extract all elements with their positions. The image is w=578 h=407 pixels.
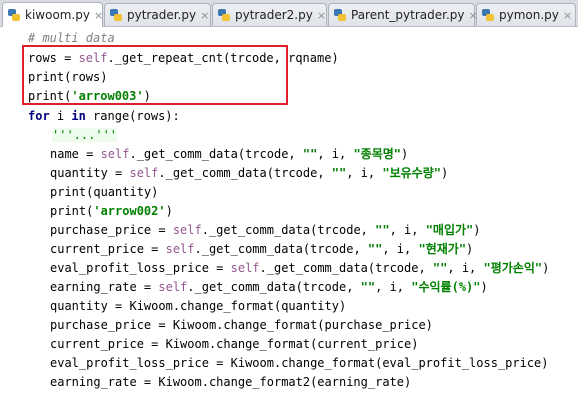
- tab-label: kiwoom.py: [25, 8, 91, 22]
- code-text: , i,: [447, 261, 484, 275]
- tab-pymon[interactable]: pymon.py ×: [476, 3, 576, 26]
- code-text: name =: [50, 147, 101, 161]
- code-line-format-quantity: quantity = Kiwoom.change_format(quantity…: [50, 297, 346, 316]
- code-text: , i,: [389, 223, 426, 237]
- python-file-icon: [481, 8, 495, 22]
- code-text: ._get_comm_data(trcode,: [129, 147, 303, 161]
- code-line-format-current: current_price = Kiwoom.change_format(cur…: [50, 335, 418, 354]
- code-text: ._get_comm_data(trcode,: [158, 166, 332, 180]
- string-literal: 'arrow002': [93, 204, 166, 218]
- python-file-icon: [217, 8, 231, 22]
- code-line-purchase-price: purchase_price = self._get_comm_data(trc…: [50, 221, 481, 240]
- tab-pytrader2[interactable]: pytrader2.py ×: [212, 3, 327, 26]
- code-line-format-earning: earning_rate = Kiwoom.change_format2(ear…: [50, 373, 411, 392]
- code-text: ._get_comm_data(trcode,: [201, 223, 376, 237]
- tab-label: pytrader2.py: [235, 8, 313, 22]
- string-literal: "": [331, 166, 347, 180]
- code-text: current_price =: [50, 242, 166, 256]
- close-icon[interactable]: ×: [200, 9, 209, 22]
- self-keyword: self: [158, 280, 188, 294]
- code-line-format-purchase: purchase_price = Kiwoom.change_format(pu…: [50, 316, 433, 335]
- code-text: quantity = Kiwoom.change_format(quantity…: [50, 299, 347, 313]
- code-text: ): [165, 204, 173, 218]
- string-literal: "": [302, 147, 318, 161]
- code-editor[interactable]: # multi data rows = self._get_repeat_cnt…: [0, 27, 578, 407]
- tab-pytrader[interactable]: pytrader.py ×: [104, 3, 211, 26]
- self-keyword: self: [230, 261, 260, 275]
- self-keyword: self: [165, 242, 195, 256]
- code-text: ._get_comm_data(trcode,: [259, 261, 433, 275]
- self-keyword: self: [172, 223, 202, 237]
- in-keyword: in: [71, 109, 86, 123]
- python-file-icon: [109, 8, 123, 22]
- string-literal: "": [432, 261, 448, 275]
- string-literal: "매입가": [425, 223, 474, 237]
- string-literal: "종목명": [353, 147, 402, 161]
- red-highlight-box: [22, 45, 288, 105]
- string-literal: "보유수량": [382, 166, 441, 180]
- tab-label: pytrader.py: [127, 8, 197, 22]
- code-text: eval_profit_loss_price = Kiwoom.change_f…: [50, 356, 549, 370]
- code-text: quantity =: [50, 166, 130, 180]
- code-text: , i,: [317, 147, 354, 161]
- code-text: ): [542, 261, 550, 275]
- code-text: ): [466, 242, 474, 256]
- code-text: , i,: [346, 166, 383, 180]
- code-line-print-arrow002: print('arrow002'): [50, 202, 173, 221]
- code-text: , i,: [375, 280, 412, 294]
- code-line-docstring: '''...''': [52, 126, 118, 145]
- code-text: print(: [50, 204, 94, 218]
- code-text: range(rows):: [85, 109, 180, 123]
- string-literal: "수익률(%)": [411, 280, 481, 294]
- code-line-print-quantity: print(quantity): [50, 183, 158, 202]
- code-text: , i,: [382, 242, 419, 256]
- self-keyword: self: [100, 147, 130, 161]
- code-line-eval-profit-loss: eval_profit_loss_price = self._get_comm_…: [50, 259, 549, 278]
- code-text: ): [473, 223, 481, 237]
- code-text: ): [480, 280, 488, 294]
- code-text: current_price = Kiwoom.change_format(cur…: [50, 337, 419, 351]
- code-line-name: name = self._get_comm_data(trcode, "", i…: [50, 145, 408, 164]
- close-icon[interactable]: ×: [563, 9, 572, 22]
- close-icon[interactable]: ×: [94, 9, 103, 22]
- code-text: ): [440, 166, 449, 180]
- string-literal: "": [367, 242, 383, 256]
- editor-tab-bar: kiwoom.py × pytrader.py × pytrader2.py ×…: [0, 0, 578, 27]
- code-text: ._get_comm_data(trcode,: [187, 280, 361, 294]
- tab-label: Parent_pytrader.py: [351, 8, 465, 22]
- code-text: print(quantity): [50, 185, 159, 199]
- collapsed-docstring[interactable]: '''...''': [52, 128, 118, 142]
- code-text: earning_rate =: [50, 280, 159, 294]
- for-keyword: for: [28, 109, 50, 123]
- string-literal: "": [375, 223, 390, 237]
- code-line-earning-rate: earning_rate = self._get_comm_data(trcod…: [50, 278, 488, 297]
- code-text: purchase_price =: [50, 223, 173, 237]
- close-icon[interactable]: ×: [317, 9, 326, 22]
- code-text: earning_rate = Kiwoom.change_format2(ear…: [50, 375, 412, 389]
- code-line-current-price: current_price = self._get_comm_data(trco…: [50, 240, 473, 259]
- string-literal: "평가손익": [483, 261, 543, 275]
- code-text: purchase_price = Kiwoom.change_format(pu…: [50, 318, 433, 332]
- string-literal: "": [360, 280, 376, 294]
- python-file-icon: [7, 8, 21, 22]
- code-text: eval_profit_loss_price =: [50, 261, 231, 275]
- code-text: ): [401, 147, 409, 161]
- self-keyword: self: [129, 166, 159, 180]
- code-text: ._get_comm_data(trcode,: [194, 242, 368, 256]
- comment-text: # multi data: [28, 31, 115, 45]
- string-literal: "현재가": [418, 242, 467, 256]
- python-file-icon: [333, 8, 347, 22]
- code-line-format-eval: eval_profit_loss_price = Kiwoom.change_f…: [50, 354, 549, 373]
- tab-label: pymon.py: [499, 8, 559, 22]
- tab-kiwoom[interactable]: kiwoom.py ×: [2, 2, 103, 27]
- code-line-quantity: quantity = self._get_comm_data(trcode, "…: [50, 164, 448, 183]
- code-text: i: [49, 109, 72, 123]
- code-line-for: for i in range(rows):: [28, 107, 180, 126]
- tab-parent-pytrader[interactable]: Parent_pytrader.py ×: [328, 3, 478, 26]
